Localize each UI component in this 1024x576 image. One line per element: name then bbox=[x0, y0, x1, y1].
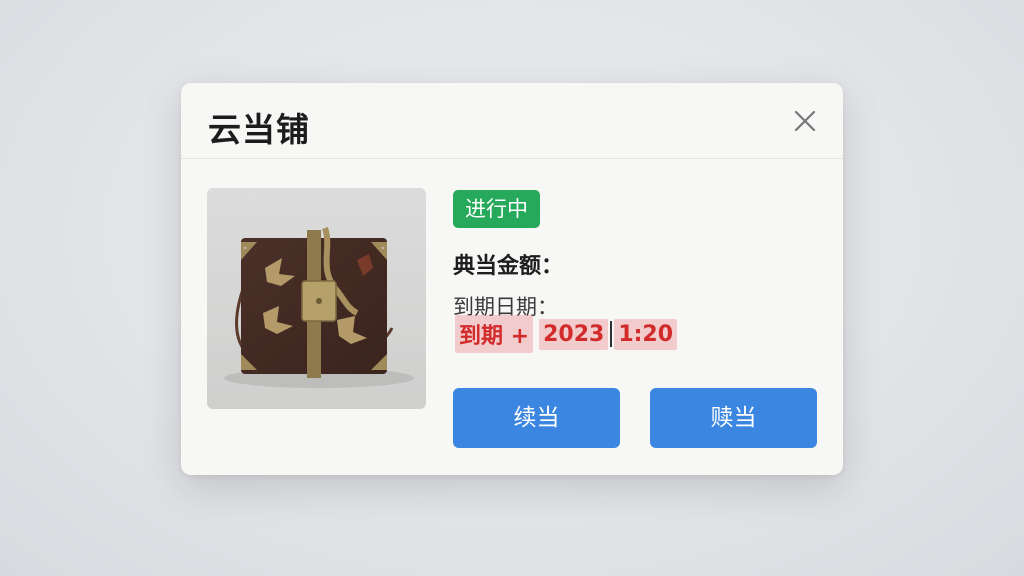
redeem-button[interactable]: 赎当 bbox=[650, 388, 817, 448]
dialog-header: 云当铺 bbox=[181, 83, 843, 159]
dialog-title: 云当铺 bbox=[208, 110, 310, 149]
pawn-dialog: 云当铺 进行中 典当金额： 到期日期： 到期 + 2023 1:20 续当 赎当 bbox=[181, 83, 843, 475]
renew-button[interactable]: 续当 bbox=[453, 388, 620, 448]
due-date-value: 到期 + 2023 1:20 bbox=[449, 315, 683, 353]
product-image bbox=[207, 188, 426, 409]
due-date-part-3: 1:20 bbox=[614, 318, 678, 350]
close-button[interactable] bbox=[789, 105, 821, 137]
pawn-amount-label: 典当金额： bbox=[453, 254, 564, 279]
leather-bag-photo bbox=[207, 188, 426, 409]
due-date-part-1: 到期 + bbox=[455, 315, 534, 353]
status-badge: 进行中 bbox=[453, 190, 540, 228]
due-date-part-2: 2023 bbox=[539, 318, 609, 350]
close-icon bbox=[794, 110, 816, 132]
text-caret bbox=[610, 321, 613, 347]
